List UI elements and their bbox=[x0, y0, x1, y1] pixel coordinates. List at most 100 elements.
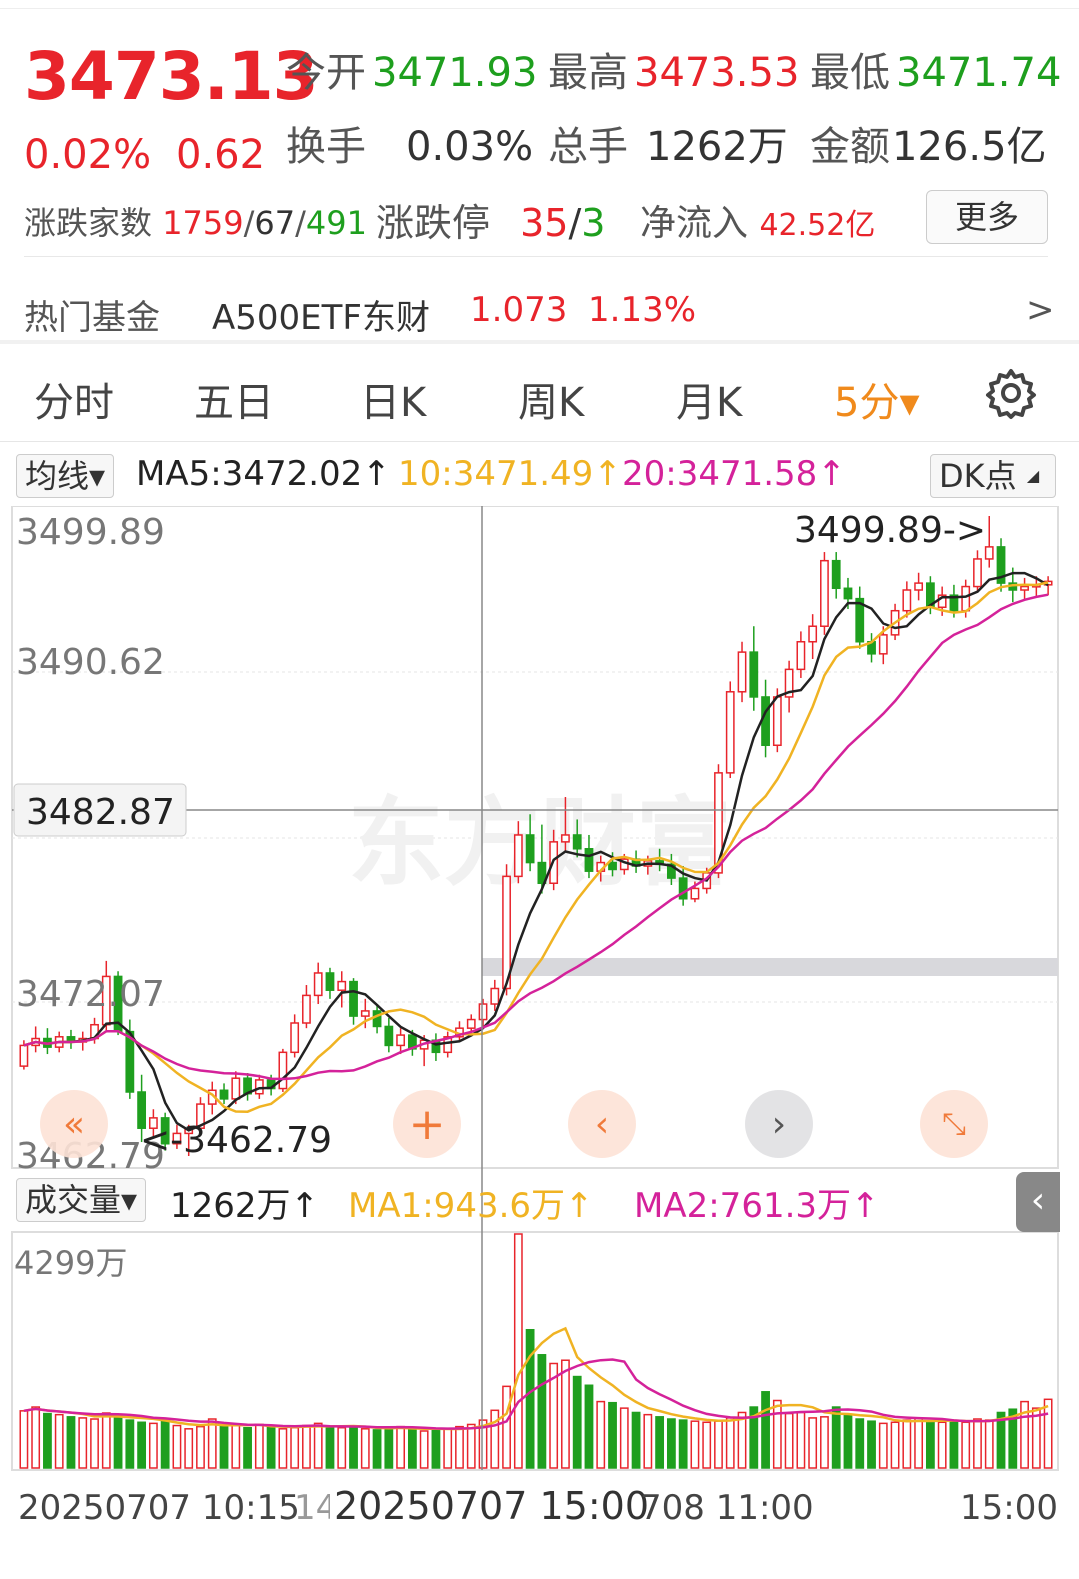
x-label-3: 708 11:00 bbox=[640, 1488, 814, 1528]
candle-body bbox=[608, 861, 617, 871]
high-value: 3473.53 bbox=[634, 50, 800, 96]
volume-bar bbox=[66, 1416, 76, 1469]
volume-ma2-line bbox=[23, 1358, 1049, 1430]
volume-bar bbox=[349, 1425, 358, 1469]
candle bbox=[831, 552, 841, 599]
ma-legend-bar: 均线▾ MA5:3472.02↑ 10:3471.49↑ 20:3471.58↑… bbox=[0, 444, 1079, 506]
expand-icon[interactable]: ⤡ bbox=[920, 1090, 988, 1158]
tab-daily-k[interactable]: 日K bbox=[360, 370, 426, 428]
volume-stat: 总手 1262万 bbox=[548, 114, 788, 172]
tab-five-minute[interactable]: 5分▾ bbox=[834, 370, 920, 428]
max-annotation: 3499.89-> bbox=[794, 510, 986, 551]
volume-bar bbox=[725, 1417, 735, 1469]
volume-bar bbox=[561, 1359, 570, 1469]
volume-bar bbox=[961, 1421, 971, 1469]
volume-ma-lines-group bbox=[23, 1326, 1049, 1431]
candle-body bbox=[796, 641, 806, 671]
volume-bar bbox=[125, 1419, 135, 1469]
volume-bar bbox=[396, 1425, 406, 1469]
breadth-stat: 涨跌家数 1759/67/491 bbox=[24, 198, 367, 244]
left-icon[interactable]: ‹ bbox=[568, 1090, 636, 1158]
candle bbox=[43, 1028, 52, 1055]
candle bbox=[478, 998, 488, 1027]
candle bbox=[349, 978, 358, 1025]
candle-body bbox=[690, 887, 700, 900]
candle-body bbox=[572, 834, 582, 850]
volume-ma1: MA1:943.6万↑ bbox=[348, 1186, 594, 1226]
candle-body bbox=[278, 1051, 288, 1090]
tab-weekly-k[interactable]: 周K bbox=[518, 370, 584, 428]
candle-body bbox=[372, 1010, 382, 1028]
turnover-stat: 换手 0.03% bbox=[286, 114, 533, 172]
limit-down: 3 bbox=[581, 201, 606, 245]
low-label: 最低 bbox=[810, 50, 890, 96]
candle bbox=[725, 681, 735, 779]
hot-fund-name[interactable]: A500ETF东财 bbox=[212, 290, 430, 339]
candle bbox=[302, 985, 311, 1029]
candle-body bbox=[561, 834, 570, 843]
candle bbox=[254, 1074, 264, 1099]
volume-bar bbox=[325, 1425, 335, 1469]
open-value: 3471.93 bbox=[372, 50, 538, 96]
low-value: 3471.74 bbox=[896, 50, 1062, 96]
candle-body bbox=[478, 1003, 488, 1021]
volume-bar bbox=[43, 1412, 52, 1469]
volume-bar bbox=[855, 1418, 865, 1469]
open-label: 今开 bbox=[286, 50, 366, 96]
volume-label: 总手 bbox=[548, 124, 628, 170]
candle-body bbox=[808, 625, 818, 643]
collapse-icon[interactable]: ‹ bbox=[1016, 1172, 1060, 1232]
candle bbox=[996, 538, 1006, 592]
tab-monthly-k[interactable]: 月K bbox=[676, 370, 742, 428]
candle bbox=[737, 641, 747, 703]
tab-five-day[interactable]: 五日 bbox=[194, 370, 274, 428]
volume-bar bbox=[973, 1418, 982, 1469]
plus-icon[interactable]: + bbox=[393, 1090, 461, 1158]
volume-bar bbox=[137, 1421, 147, 1469]
volume-bar bbox=[513, 1233, 523, 1469]
candle-body bbox=[772, 696, 782, 747]
dk-point-dropdown[interactable]: DK点 ◢ bbox=[930, 454, 1056, 498]
candle bbox=[820, 552, 829, 635]
change-percent: 0.02% bbox=[24, 132, 152, 178]
hot-fund-arrow-icon[interactable]: > bbox=[1026, 290, 1055, 330]
more-button[interactable]: 更多 bbox=[926, 190, 1048, 244]
amount-label: 金额 bbox=[810, 124, 890, 170]
kline-chart[interactable]: 东方财富 3499.89 3490.62 3472.07 3462.79 348… bbox=[0, 506, 1079, 1546]
candle bbox=[384, 1017, 394, 1053]
candle-body bbox=[125, 1030, 135, 1093]
volume-value-legend: 1262万↑ bbox=[170, 1186, 320, 1226]
candle-body bbox=[914, 582, 924, 591]
volume-indicator-dropdown[interactable]: 成交量▾ bbox=[16, 1178, 147, 1222]
candle-body bbox=[337, 980, 347, 991]
breadth-label: 涨跌家数 bbox=[24, 204, 153, 242]
candle-body bbox=[290, 1022, 300, 1054]
candle-body bbox=[384, 1025, 394, 1047]
hot-fund-label: 热门基金 bbox=[24, 298, 160, 338]
indicator-dropdown[interactable]: 均线▾ bbox=[16, 454, 115, 498]
volume-bar bbox=[843, 1414, 853, 1469]
candle-body bbox=[678, 877, 688, 900]
volume-bar bbox=[431, 1429, 441, 1469]
volume-bar bbox=[407, 1428, 417, 1469]
volume-bar bbox=[219, 1425, 229, 1469]
turnover-value: 0.03% bbox=[406, 124, 534, 170]
volume-bar bbox=[184, 1428, 194, 1469]
hot-fund-pct: 1.13% bbox=[588, 290, 697, 330]
volume-bar bbox=[619, 1407, 629, 1469]
volume-bar bbox=[784, 1412, 794, 1469]
volume-bar bbox=[596, 1400, 606, 1469]
volume-bar bbox=[831, 1406, 841, 1469]
inflow-value: 42.52亿 bbox=[759, 208, 876, 243]
double-left-icon[interactable]: « bbox=[40, 1090, 108, 1158]
right-icon[interactable]: › bbox=[745, 1090, 813, 1158]
tab-intraday[interactable]: 分时 bbox=[34, 370, 114, 428]
volume-bar bbox=[937, 1421, 947, 1469]
low-stat: 最低 3471.74 bbox=[810, 40, 1061, 98]
candle bbox=[1043, 576, 1053, 596]
chart-area: 均线▾ MA5:3472.02↑ 10:3471.49↑ 20:3471.58↑… bbox=[0, 444, 1079, 1579]
volume-bar bbox=[631, 1411, 641, 1469]
volume-bar bbox=[278, 1428, 288, 1469]
volume-bar bbox=[313, 1422, 323, 1469]
gear-icon[interactable] bbox=[984, 366, 1038, 420]
